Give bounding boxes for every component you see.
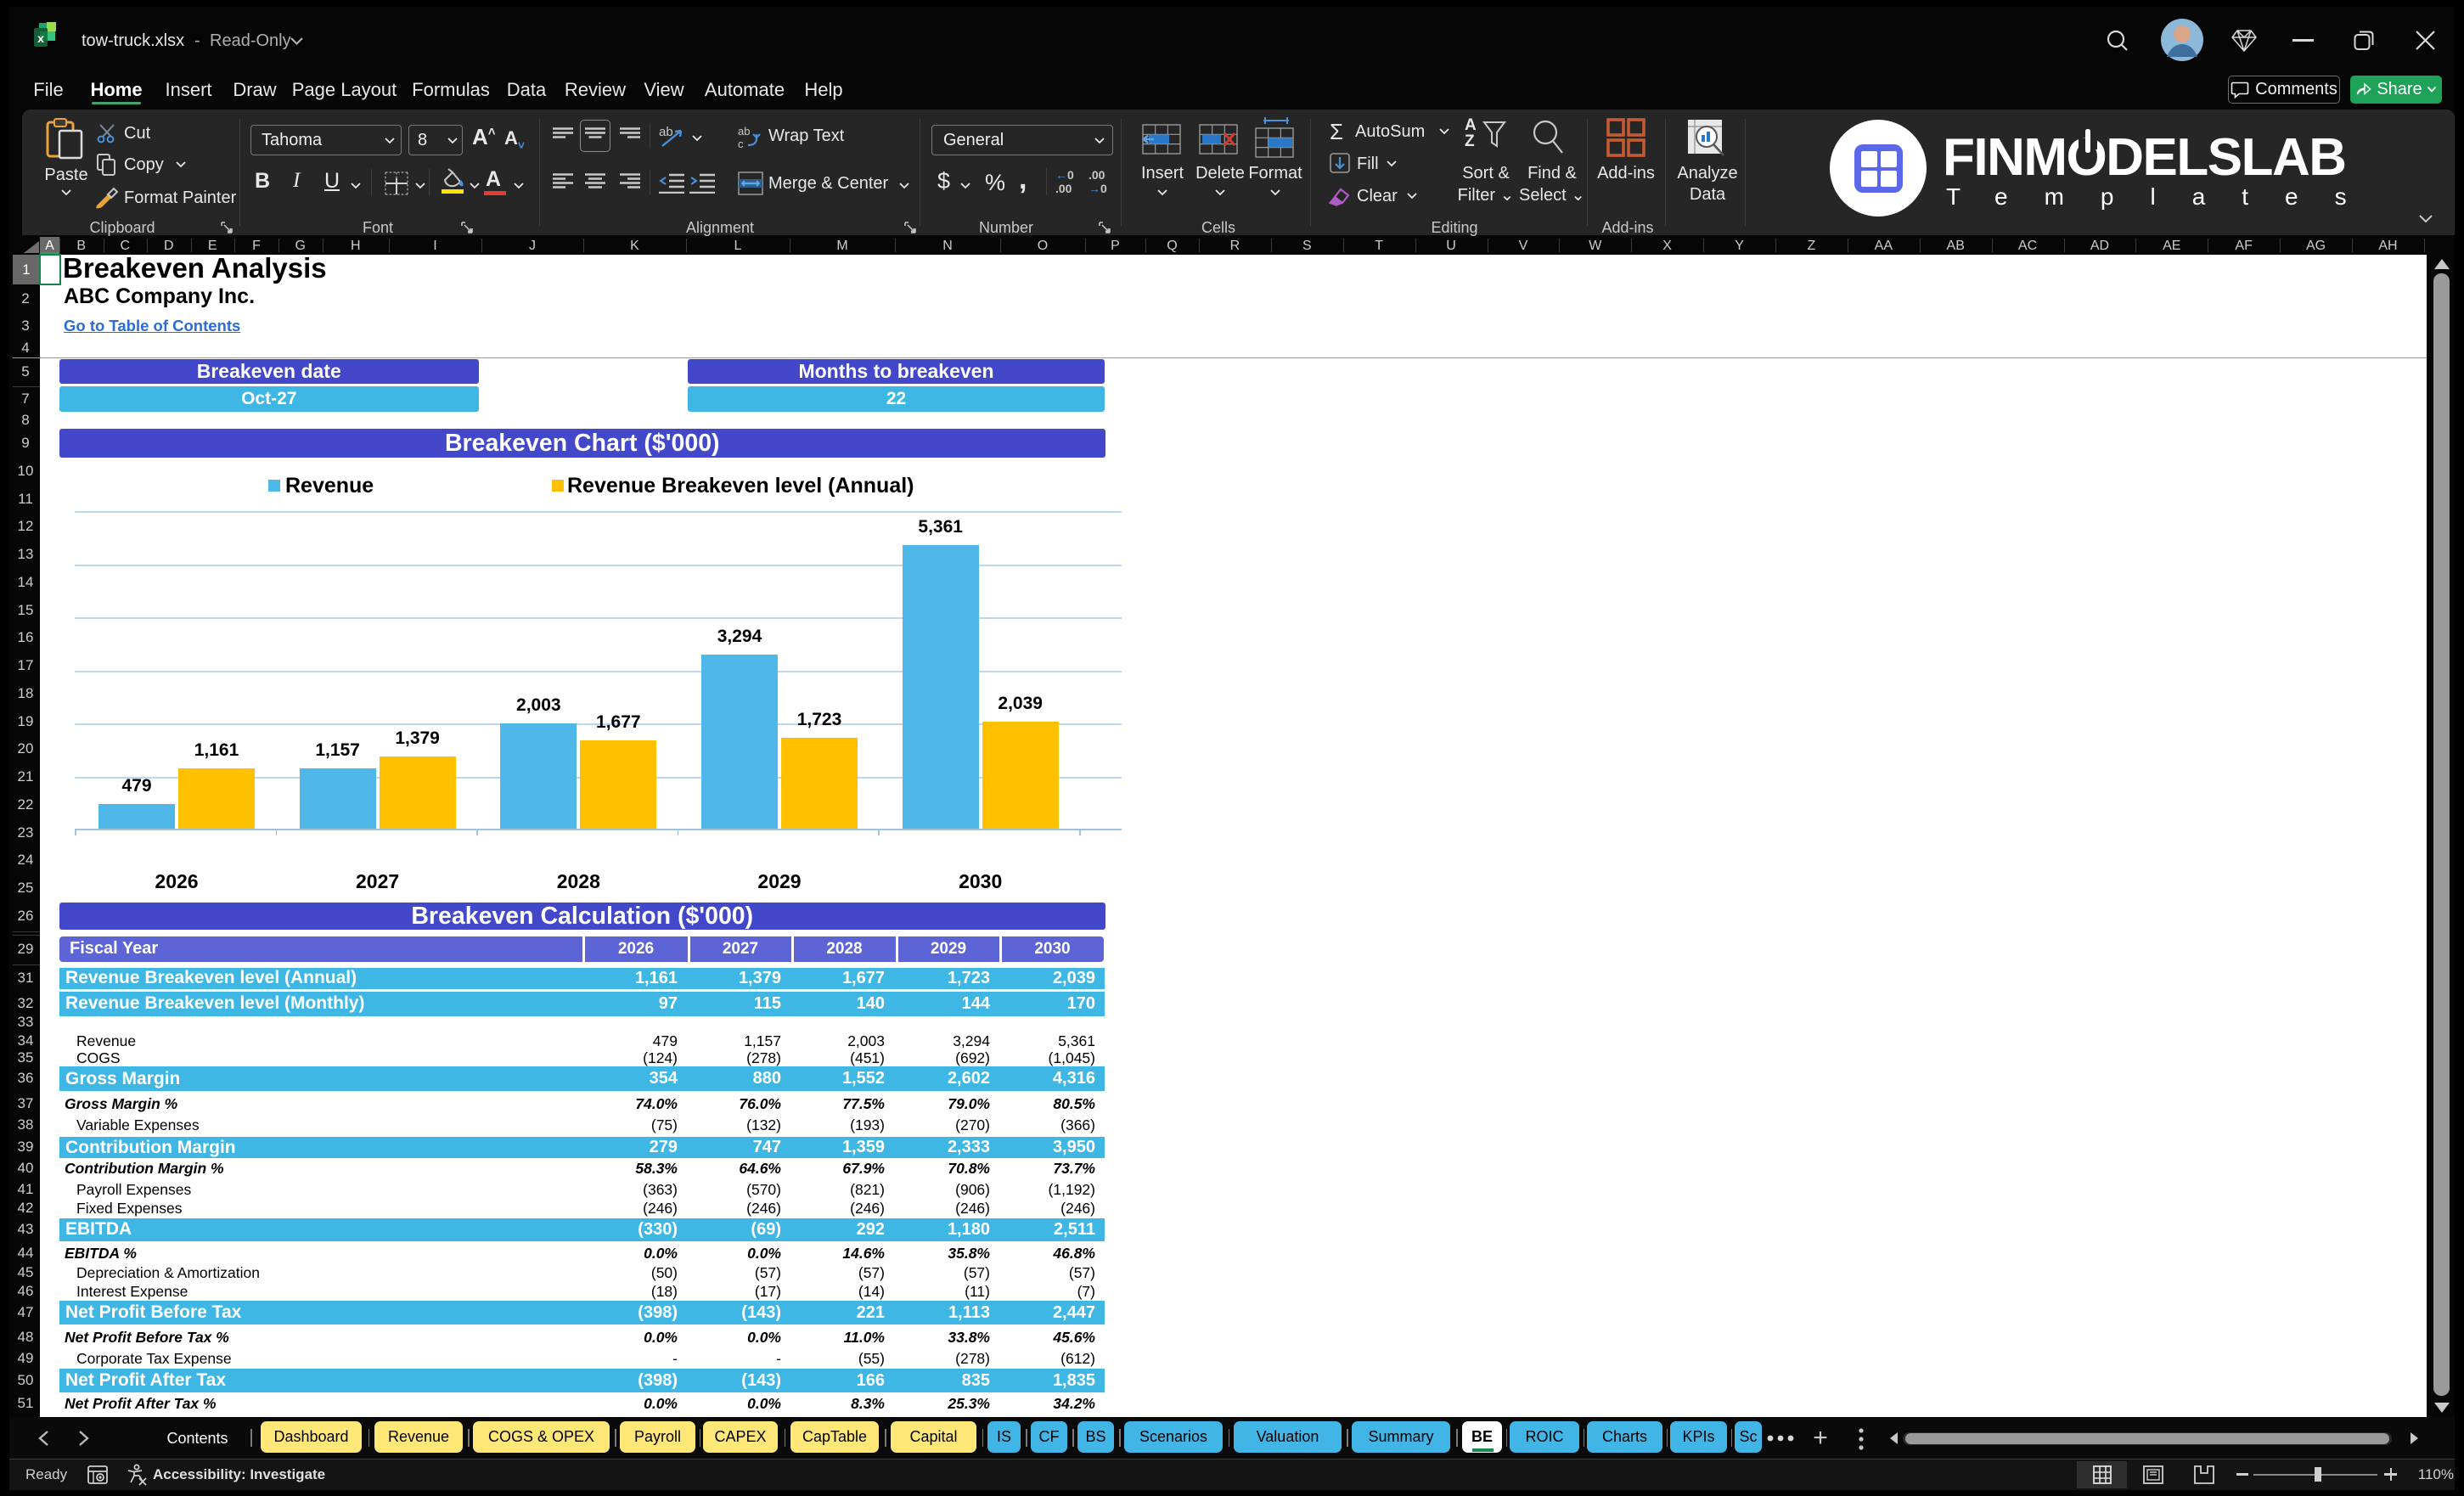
svg-text:c: c [738, 138, 744, 150]
svg-text:x: x [37, 31, 44, 45]
svg-text:ab: ab [659, 125, 673, 139]
svg-text:ab: ab [738, 125, 750, 138]
